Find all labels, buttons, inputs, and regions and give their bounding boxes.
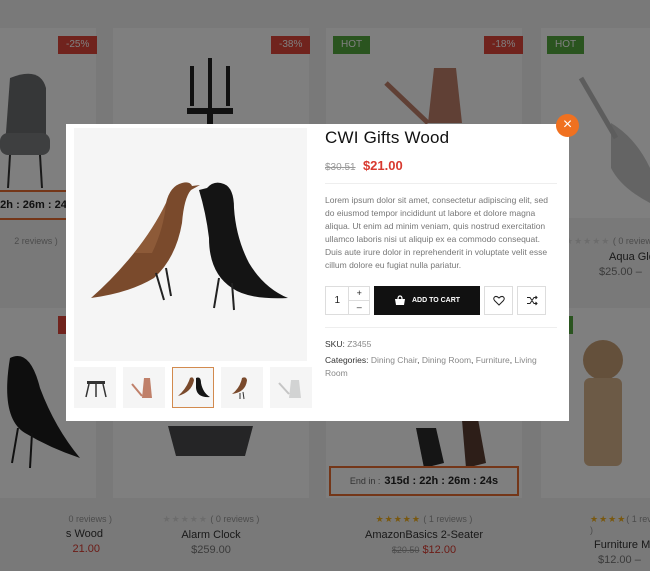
categories-label: Categories:: [325, 355, 369, 365]
wishlist-button[interactable]: [484, 286, 513, 315]
heart-icon: [492, 295, 505, 306]
watering-can-icon: [131, 378, 152, 398]
thumbnail-watering-can[interactable]: [123, 367, 165, 408]
thumbnail-brown-bird[interactable]: [221, 367, 263, 408]
product-main-image[interactable]: [74, 128, 307, 361]
birds-icon: [178, 377, 210, 398]
product-info: CWI Gifts Wood $30.51 $21.00 Lorem ipsum…: [325, 128, 557, 380]
stool-icon: [85, 381, 107, 398]
shuffle-icon: [526, 295, 538, 306]
original-price: $30.51: [325, 162, 356, 173]
sku-row: SKU: Z3455: [325, 338, 557, 351]
divider: [325, 183, 557, 184]
quantity-buttons: + –: [349, 287, 369, 314]
quantity-input[interactable]: 1: [326, 287, 350, 314]
close-icon: ×: [562, 116, 573, 133]
thumbnail-stool[interactable]: [74, 367, 116, 408]
quantity-decrease-button[interactable]: –: [349, 301, 369, 314]
price-row: $30.51 $21.00: [325, 158, 557, 173]
aqua-can-icon: [278, 380, 301, 398]
category-link-dining-chair[interactable]: Dining Chair: [371, 355, 417, 365]
compare-button[interactable]: [517, 286, 546, 315]
divider: [325, 327, 557, 328]
quick-view-modal: CWI Gifts Wood $30.51 $21.00 Lorem ipsum…: [66, 124, 569, 421]
category-link-furniture[interactable]: Furniture: [476, 355, 510, 365]
product-title: CWI Gifts Wood: [325, 128, 450, 147]
product-description: Lorem ipsum dolor sit amet, consectetur …: [325, 195, 548, 270]
purchase-controls: 1 + – ADD TO CART: [325, 286, 557, 315]
quantity-stepper: 1 + –: [325, 286, 370, 315]
wooden-birds-image: [91, 182, 288, 311]
categories-row: Categories: Dining Chair, Dining Room, F…: [325, 355, 537, 378]
category-link-dining-room[interactable]: Dining Room: [422, 355, 471, 365]
sku-value: Z3455: [347, 339, 372, 349]
thumbnail-strip: [74, 367, 312, 408]
sale-price: $21.00: [362, 158, 403, 173]
add-to-cart-button[interactable]: ADD TO CART: [374, 286, 480, 315]
add-to-cart-label: ADD TO CART: [411, 297, 461, 304]
sku-label: SKU:: [325, 339, 345, 349]
close-modal-button[interactable]: ×: [556, 114, 579, 137]
brown-bird-icon: [232, 377, 247, 400]
thumbnail-birds[interactable]: [172, 367, 214, 408]
quantity-increase-button[interactable]: +: [349, 287, 369, 301]
thumbnail-aqua-can[interactable]: [270, 367, 312, 408]
shopping-bag-icon: [394, 295, 405, 305]
